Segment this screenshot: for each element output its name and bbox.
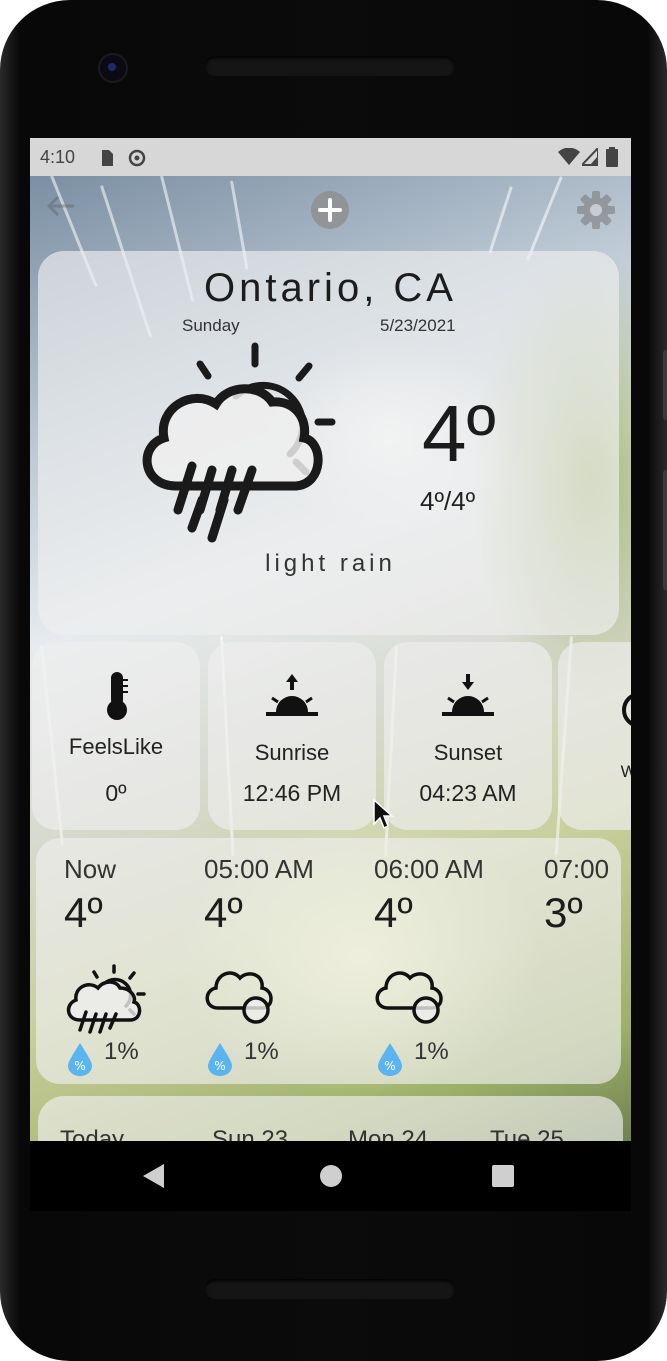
mouse-cursor-icon — [372, 798, 394, 835]
cloud-icon — [372, 964, 448, 1033]
sun-cloud-rain-icon — [128, 338, 340, 553]
detail-value: 5 — [612, 792, 631, 813]
svg-text:%: % — [384, 1059, 395, 1073]
current-day: Sunday — [182, 316, 240, 335]
hourly-time: Now — [64, 854, 117, 884]
phone-frame: 4:10 Ontario, CA Sunday 5/23/2021 4º 4º/… — [0, 0, 667, 1361]
settings-gear-icon[interactable] — [575, 189, 617, 236]
svg-text:%: % — [74, 1059, 85, 1073]
precipitation-drop-icon: % — [206, 1042, 234, 1081]
hourly-precip: 1% — [414, 1038, 449, 1065]
detail-value: 12:46 PM — [242, 780, 342, 806]
detail-value: 0º — [105, 780, 127, 806]
daily-item-label[interactable]: Sun 23 — [212, 1126, 288, 1141]
signal-icon — [579, 145, 599, 171]
nav-back-icon[interactable] — [142, 1163, 166, 1194]
sd-card-icon — [100, 149, 114, 172]
sunrise-icon — [266, 672, 318, 723]
hourly-item: 06:00 AM 4º % 1% — [374, 854, 534, 1076]
thermometer-icon — [104, 670, 130, 727]
front-camera — [100, 55, 126, 81]
status-time: 4:10 — [40, 147, 76, 167]
precipitation-drop-icon: % — [66, 1042, 94, 1081]
wifi-icon — [558, 147, 580, 171]
back-icon[interactable] — [46, 194, 76, 223]
hourly-temp: 4º — [204, 889, 243, 936]
detail-card-sunset: Sunset 04:23 AM — [384, 642, 552, 830]
hourly-item: Now 4º % 1% — [64, 854, 224, 1076]
bottom-speaker — [205, 1279, 455, 1299]
detail-label: FeelsLike — [68, 734, 164, 759]
hourly-time: 05:00 AM — [204, 854, 314, 884]
screen: 4:10 Ontario, CA Sunday 5/23/2021 4º 4º/… — [30, 138, 631, 1141]
daily-item-label[interactable]: Today — [60, 1126, 124, 1141]
high-low-temperature: 4º/4º — [420, 486, 476, 516]
battery-icon — [606, 147, 618, 172]
detail-label: Sunset — [433, 740, 503, 765]
daily-item-label[interactable]: Mon 24 — [348, 1126, 428, 1141]
sun-cloud-rain-icon — [62, 964, 146, 1045]
hourly-temp: 4º — [64, 889, 103, 936]
wind-icon — [620, 690, 631, 735]
detail-label: Sunrise — [254, 740, 330, 765]
svg-text:%: % — [214, 1059, 225, 1073]
status-bar: 4:10 — [30, 138, 631, 176]
detail-value: 04:23 AM — [419, 780, 517, 806]
top-speaker — [205, 56, 455, 76]
detail-card-feelslike: FeelsLike 0º — [32, 642, 200, 830]
volume-button — [663, 470, 667, 590]
hourly-precip: 1% — [244, 1038, 279, 1065]
sync-icon — [128, 149, 146, 172]
power-button — [663, 350, 667, 420]
detail-label: Wind — [620, 762, 631, 781]
hourly-precip: 1% — [104, 1038, 139, 1065]
city-name: Ontario, CA — [204, 266, 457, 310]
hourly-item: 07:00 3º % 1% — [544, 854, 624, 937]
weather-description: light rain — [265, 550, 396, 577]
hourly-temp: 4º — [374, 889, 413, 936]
nav-recents-icon[interactable] — [491, 1164, 515, 1193]
cloud-icon — [202, 964, 278, 1033]
current-temperature: 4º — [422, 389, 496, 478]
nav-home-icon[interactable] — [319, 1164, 343, 1193]
precipitation-drop-icon: % — [376, 1042, 404, 1081]
current-date: 5/23/2021 — [380, 316, 456, 335]
hourly-time: 06:00 AM — [374, 854, 484, 884]
detail-card-sunrise: Sunrise 12:46 PM — [208, 642, 376, 830]
daily-item-label[interactable]: Tue 25 — [490, 1126, 564, 1141]
hourly-time: 07:00 — [544, 854, 610, 884]
hourly-temp: 3º — [544, 889, 583, 936]
add-location-icon[interactable] — [309, 189, 351, 236]
hourly-item: 05:00 AM 4º % 1% — [204, 854, 364, 1076]
navigation-bar — [30, 1141, 631, 1211]
detail-card-wind: Wind 5 — [558, 642, 631, 830]
sunset-icon — [442, 672, 494, 723]
